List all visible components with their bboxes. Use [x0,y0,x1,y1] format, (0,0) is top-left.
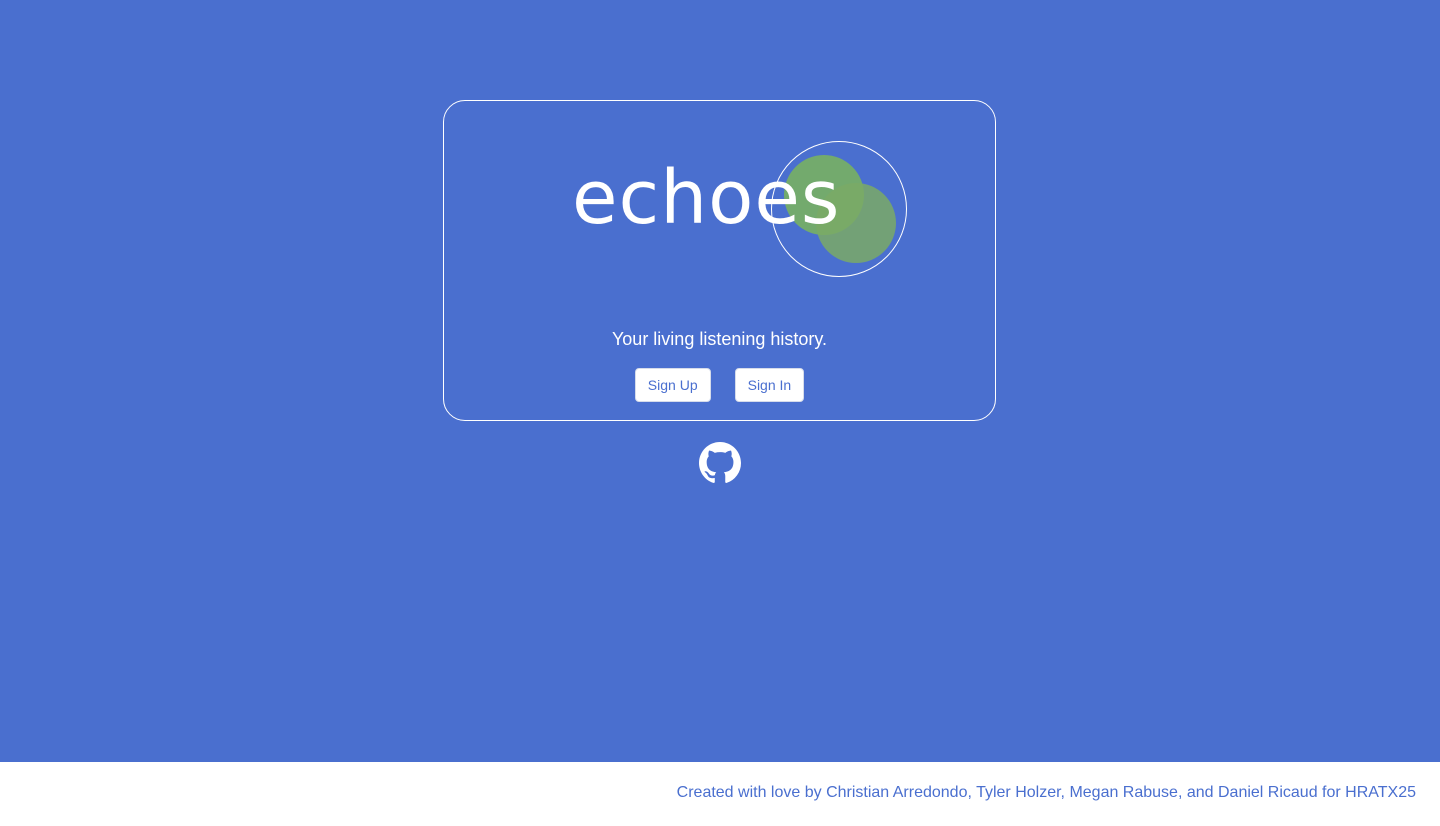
sign-in-button[interactable]: Sign In [734,368,805,402]
hero-card: echoes Your living listening history. Si… [443,100,996,421]
github-icon-graphic [699,442,741,483]
footer-credit: Created with love by Christian Arredondo… [676,784,1416,801]
footer: Created with love by Christian Arredondo… [0,762,1440,826]
sign-up-button[interactable]: Sign Up [634,368,711,402]
auth-buttons: Sign Up Sign In [444,368,995,402]
landing-background: echoes Your living listening history. Si… [0,0,1440,762]
github-icon[interactable] [699,442,741,484]
echoes-logo: echoes [444,101,995,301]
tagline: Your living listening history. [611,329,828,349]
logo-outline-ring [771,141,907,277]
